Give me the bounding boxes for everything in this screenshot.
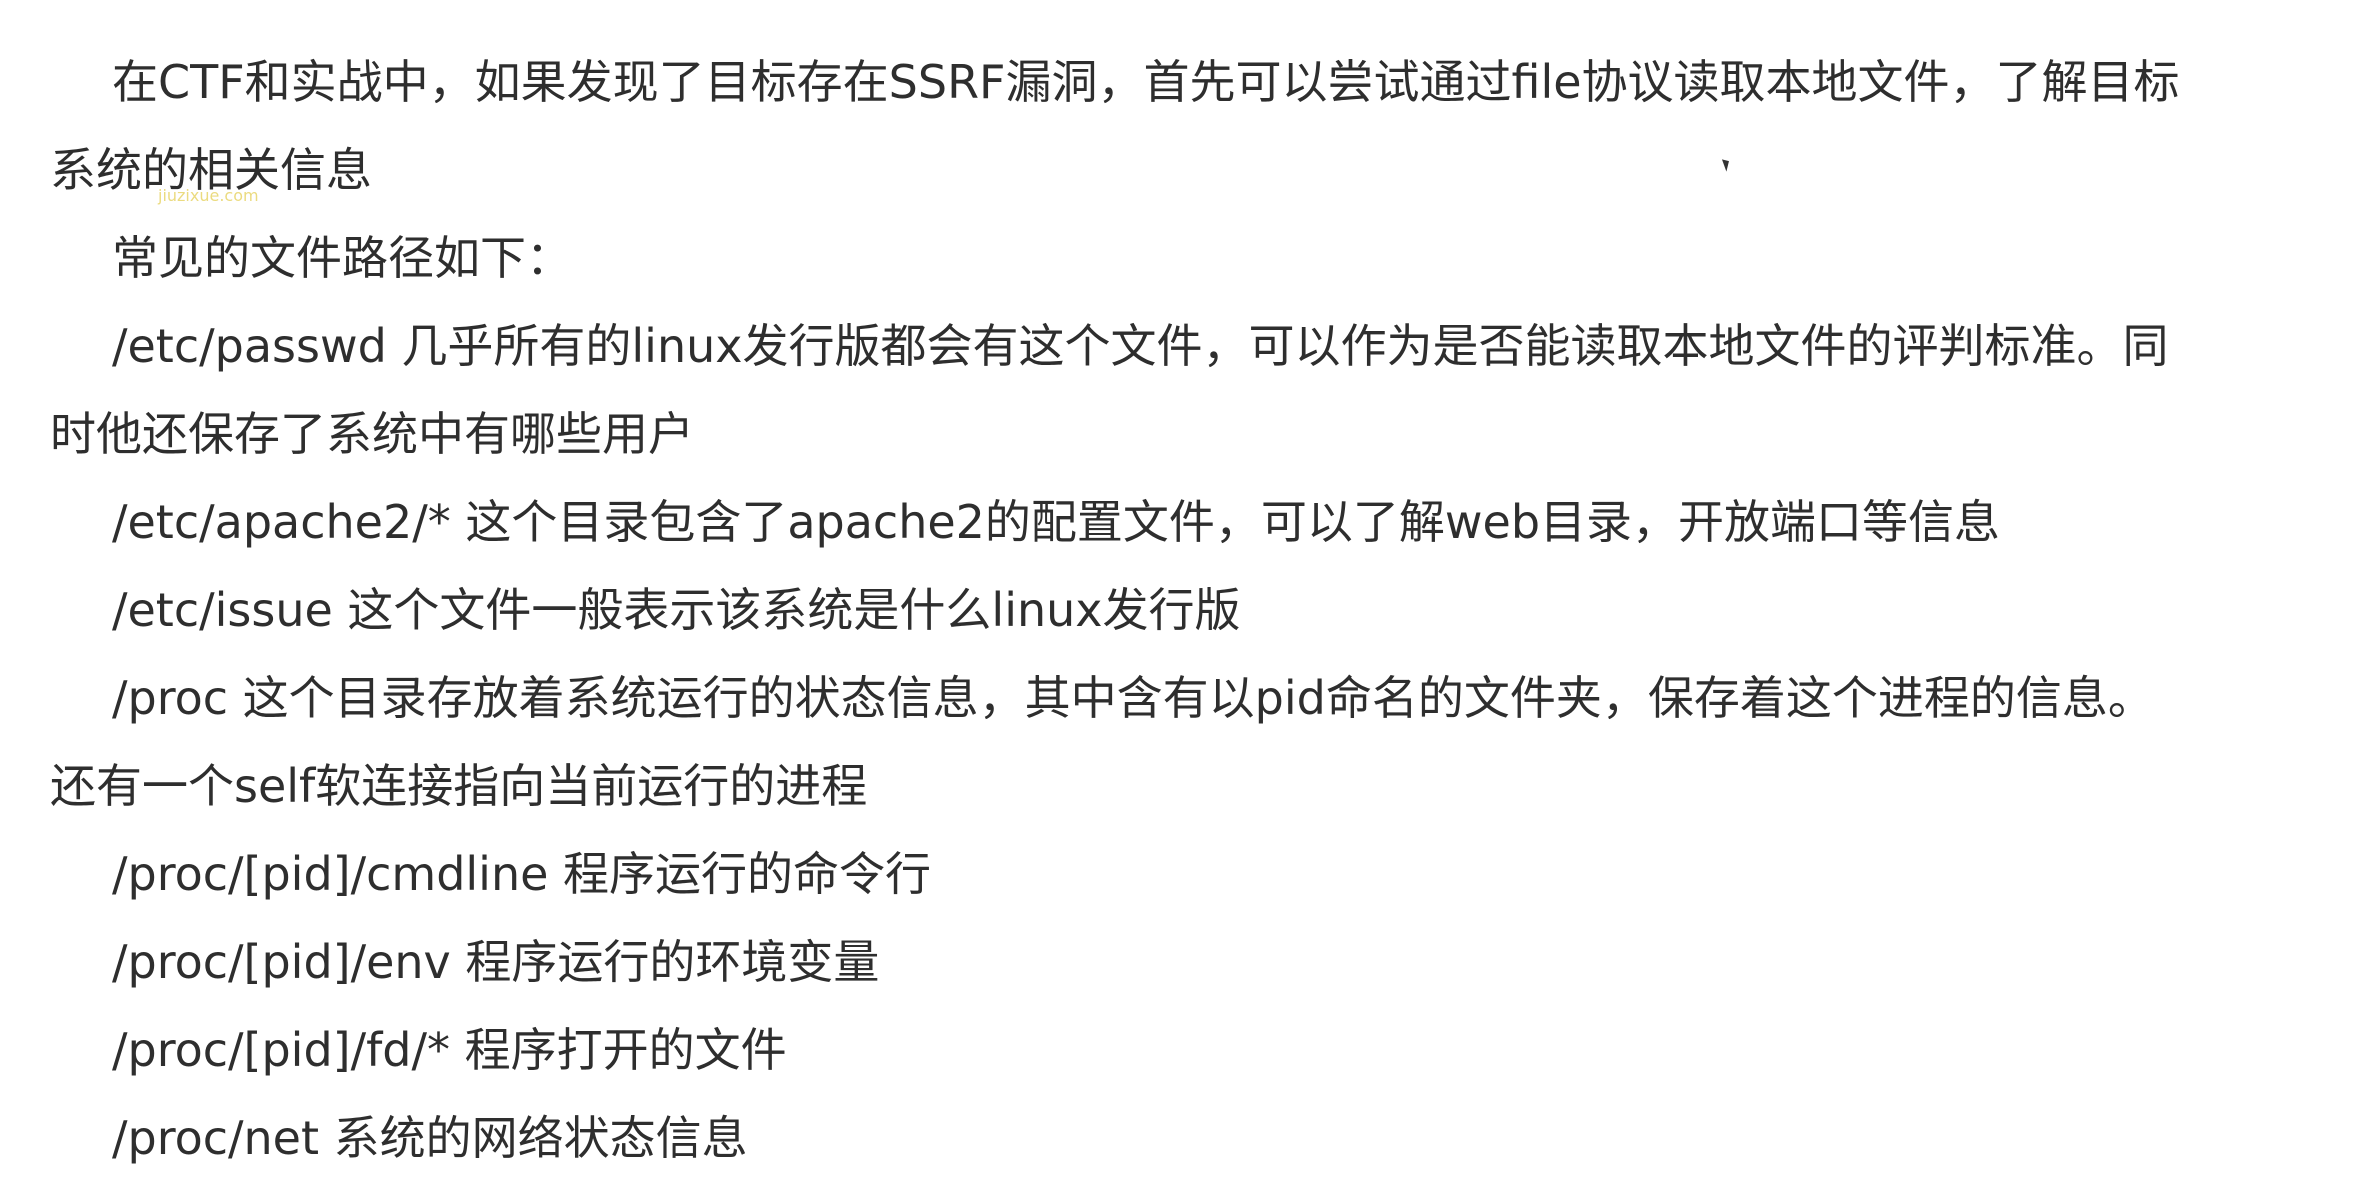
paragraph-proc-env: /proc/[pid]/env 程序运行的环境变量 <box>112 935 880 989</box>
mouse-cursor-icon <box>1721 157 1733 172</box>
watermark-text: jiuzixue.com <box>158 186 259 205</box>
paragraph-etc-passwd-line-2: 时他还保存了系统中有哪些用户 <box>50 407 694 461</box>
document-body: 在CTF和实战中，如果发现了目标存在SSRF漏洞，首先可以尝试通过file协议读… <box>0 0 2366 1187</box>
paragraph-proc-net: /proc/net 系统的网络状态信息 <box>112 1111 748 1165</box>
paragraph-proc-fd: /proc/[pid]/fd/* 程序打开的文件 <box>112 1023 787 1077</box>
paragraph-proc-line-1: /proc 这个目录存放着系统运行的状态信息，其中含有以pid命名的文件夹，保存… <box>112 671 2154 725</box>
paragraph-proc-cmdline: /proc/[pid]/cmdline 程序运行的命令行 <box>112 847 932 901</box>
paragraph-etc-issue: /etc/issue 这个文件一般表示该系统是什么linux发行版 <box>112 583 1241 637</box>
paragraph-etc-passwd-line-1: /etc/passwd 几乎所有的linux发行版都会有这个文件，可以作为是否能… <box>112 319 2169 373</box>
paragraph-common-paths-heading: 常见的文件路径如下： <box>112 231 572 285</box>
paragraph-intro-line-1: 在CTF和实战中，如果发现了目标存在SSRF漏洞，首先可以尝试通过file协议读… <box>112 55 2180 109</box>
paragraph-proc-line-2: 还有一个self软连接指向当前运行的进程 <box>50 759 868 813</box>
paragraph-etc-apache2: /etc/apache2/* 这个目录包含了apache2的配置文件，可以了解w… <box>112 495 2001 549</box>
